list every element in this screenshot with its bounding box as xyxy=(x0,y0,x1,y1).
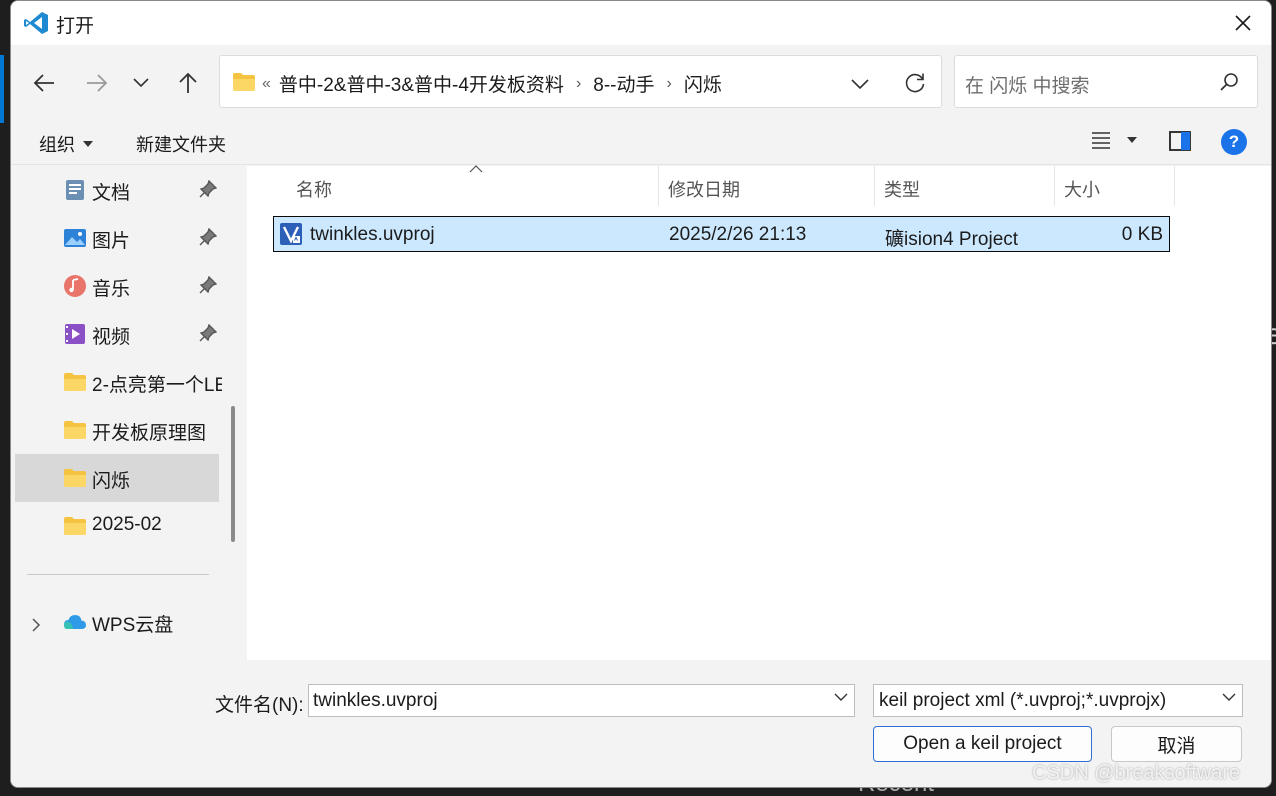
up-button[interactable] xyxy=(170,65,206,101)
view-options-button[interactable] xyxy=(1091,131,1137,149)
caret-down-icon xyxy=(1127,137,1137,143)
column-header-modified[interactable]: 修改日期 xyxy=(668,166,740,206)
pin-icon[interactable] xyxy=(199,324,217,342)
dialog-title: 打开 xyxy=(56,16,95,37)
sidebar-item-label: 闪烁 xyxy=(92,471,131,492)
cloud-icon xyxy=(64,615,86,629)
arrow-right-icon xyxy=(87,74,108,92)
file-type-filter-select[interactable]: keil project xml (*.uvproj;*.uvprojx) xyxy=(873,684,1243,717)
sidebar-item-music[interactable]: 音乐 xyxy=(15,262,219,310)
folder-icon xyxy=(64,517,86,535)
filename-label: 文件名(N): xyxy=(215,695,304,716)
chevron-down-icon[interactable] xyxy=(834,693,848,702)
breadcrumb-item[interactable]: 普中-2&普中-3&普中-4开发板资料 xyxy=(279,70,564,97)
organize-menu-button[interactable]: 组织 xyxy=(39,131,93,157)
breadcrumb-overflow[interactable]: « xyxy=(262,75,271,93)
sidebar-item-folder[interactable]: 2-点亮第一个LED xyxy=(15,358,222,406)
file-row[interactable]: twinkles.uvproj 2025/2/26 21:13 礦ision4 … xyxy=(273,216,1170,252)
sidebar-divider xyxy=(27,574,209,575)
file-list-pane: 名称 修改日期 类型 大小 twinkles.uvproj 2025/2/26 … xyxy=(247,165,1271,660)
search-placeholder: 在 闪烁 中搜索 xyxy=(965,76,1090,97)
back-button[interactable] xyxy=(26,65,62,101)
pin-icon[interactable] xyxy=(199,276,217,294)
music-icon xyxy=(64,275,86,297)
sidebar-item-folder[interactable]: 2025-02 xyxy=(15,502,219,550)
sidebar-item-current-folder[interactable]: 闪烁 xyxy=(15,454,219,502)
videos-icon xyxy=(65,324,85,344)
documents-icon xyxy=(66,180,84,200)
arrow-left-icon xyxy=(33,74,54,92)
folder-icon xyxy=(64,469,86,487)
breadcrumb-item[interactable]: 8--动手 xyxy=(593,70,654,97)
sidebar-item-label: 开发板原理图 xyxy=(92,423,207,444)
chevron-down-icon xyxy=(1222,693,1236,701)
refresh-button[interactable] xyxy=(900,68,930,98)
vscode-icon xyxy=(24,12,48,34)
column-divider[interactable] xyxy=(1174,166,1175,206)
pin-icon[interactable] xyxy=(199,180,217,198)
preview-pane-button[interactable] xyxy=(1169,131,1191,156)
sidebar-item-wps-cloud[interactable]: WPS云盘 xyxy=(15,598,219,646)
breadcrumb: « 普中-2&普中-3&普中-4开发板资料 › 8--动手 › 闪烁 xyxy=(262,70,722,97)
close-icon xyxy=(1235,15,1251,31)
pin-icon[interactable] xyxy=(199,228,217,246)
search-input[interactable]: 在 闪烁 中搜索 xyxy=(954,55,1258,108)
column-header-size[interactable]: 大小 xyxy=(1064,166,1100,206)
sidebar-item-label: 2025-02 xyxy=(92,514,162,535)
column-divider[interactable] xyxy=(658,166,659,206)
filename-value: twinkles.uvproj xyxy=(313,690,438,711)
file-modified-date: 2025/2/26 21:13 xyxy=(669,224,807,245)
chevron-right-icon[interactable]: › xyxy=(576,75,581,93)
organize-label: 组织 xyxy=(39,135,75,155)
cancel-button[interactable]: 取消 xyxy=(1111,726,1242,762)
background-accent-bar xyxy=(0,55,4,123)
file-type-filter-value: keil project xml (*.uvproj;*.uvprojx) xyxy=(879,690,1167,711)
file-type: 礦ision4 Project xyxy=(885,229,1019,250)
column-divider[interactable] xyxy=(874,166,875,206)
folder-icon xyxy=(233,73,255,91)
search-icon[interactable] xyxy=(1219,72,1239,92)
address-history-button[interactable] xyxy=(846,70,874,98)
open-button[interactable]: Open a keil project xyxy=(873,726,1092,762)
column-header-type[interactable]: 类型 xyxy=(884,166,920,206)
column-divider[interactable] xyxy=(1054,166,1055,206)
sidebar-item-videos[interactable]: 视频 xyxy=(15,310,219,358)
pictures-icon xyxy=(64,229,86,247)
sidebar-item-documents[interactable]: 文档 xyxy=(15,166,219,214)
file-size: 0 KB xyxy=(1121,224,1163,245)
preview-pane-icon xyxy=(1169,131,1191,151)
chevron-right-icon[interactable]: › xyxy=(667,75,672,93)
title-bar: 打开 xyxy=(11,1,1271,45)
address-bar[interactable]: « 普中-2&普中-3&普中-4开发板资料 › 8--动手 › 闪烁 xyxy=(219,55,942,108)
caret-down-icon xyxy=(83,141,93,147)
navigation-bar: « 普中-2&普中-3&普中-4开发板资料 › 8--动手 › 闪烁 在 闪烁 xyxy=(11,45,1271,119)
sidebar-item-pictures[interactable]: 图片 xyxy=(15,214,219,262)
sidebar-item-label: 2-点亮第一个LED xyxy=(92,375,222,396)
recent-locations-button[interactable] xyxy=(123,65,159,101)
arrow-up-icon xyxy=(179,72,197,93)
sidebar-scrollbar[interactable] xyxy=(231,406,235,542)
filename-field[interactable]: twinkles.uvproj xyxy=(308,684,855,717)
new-folder-button[interactable]: 新建文件夹 xyxy=(136,131,226,157)
refresh-icon xyxy=(905,73,925,93)
sidebar-item-folder[interactable]: 开发板原理图 xyxy=(15,406,219,454)
breadcrumb-item[interactable]: 闪烁 xyxy=(684,70,722,97)
watermark: CSDN @breaksoftware xyxy=(1032,762,1241,784)
navigation-pane: 文档 图片 音乐 视频 2-点亮第一个L 开发板原理图 闪烁 2025-02 W… xyxy=(11,166,245,660)
uvision-project-icon xyxy=(280,223,302,245)
folder-icon xyxy=(64,373,86,391)
list-view-icon xyxy=(1092,132,1110,149)
chevron-down-icon xyxy=(851,79,869,89)
sort-ascending-icon xyxy=(469,165,483,173)
help-icon[interactable]: ? xyxy=(1221,129,1247,155)
folder-icon xyxy=(64,421,86,439)
close-button[interactable] xyxy=(1215,1,1271,45)
forward-button[interactable] xyxy=(79,65,115,101)
sidebar-item-label: WPS云盘 xyxy=(92,615,174,636)
command-toolbar: 组织 新建文件夹 ? xyxy=(11,119,1271,165)
column-header-name[interactable]: 名称 xyxy=(296,166,332,206)
chevron-down-icon xyxy=(133,78,149,88)
open-file-dialog: 打开 « 普中-2&普中-3&普中-4开发板资料 › 8--动手 › 闪烁 在 … xyxy=(10,0,1272,788)
file-name: twinkles.uvproj xyxy=(310,224,435,245)
